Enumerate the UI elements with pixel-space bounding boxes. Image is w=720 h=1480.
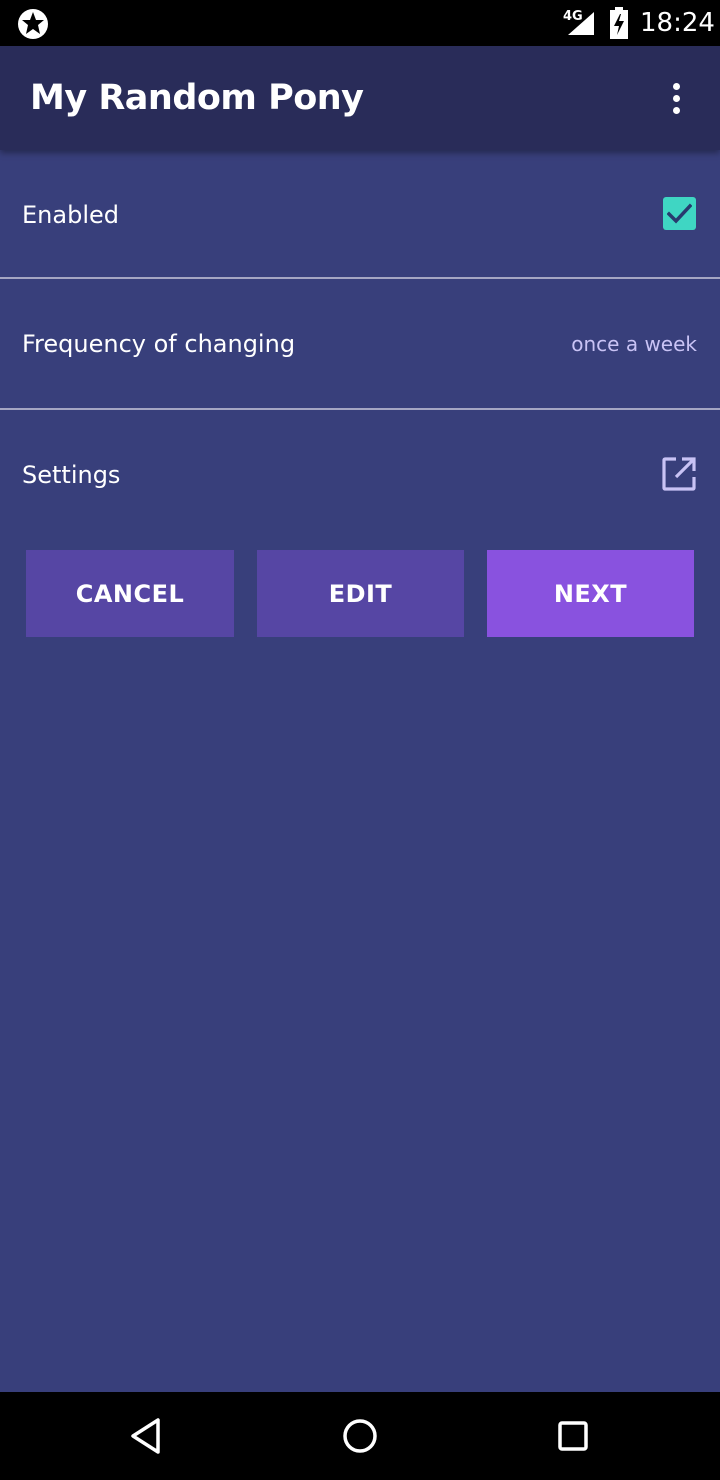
battery-charging-icon	[610, 7, 628, 39]
pref-enabled-label: Enabled	[22, 201, 119, 229]
back-icon[interactable]	[125, 1414, 169, 1458]
recents-icon[interactable]	[551, 1414, 595, 1458]
edit-button[interactable]: EDIT	[257, 550, 464, 637]
pref-frequency-row[interactable]: Frequency of changing once a week	[0, 279, 720, 409]
pref-settings-label: Settings	[22, 461, 121, 489]
pref-frequency-value: once a week	[571, 332, 697, 356]
open-in-new-icon[interactable]	[661, 456, 697, 492]
status-time: 18:24	[640, 8, 715, 38]
enabled-checkbox[interactable]	[663, 197, 696, 230]
signal-icon	[568, 12, 594, 35]
app-title: My Random Pony	[30, 78, 364, 118]
app-bar: My Random Pony	[0, 46, 720, 150]
status-bar: 4G 18:24	[0, 0, 720, 46]
pref-settings-row[interactable]: Settings	[0, 410, 720, 540]
pref-frequency-label: Frequency of changing	[22, 330, 296, 358]
cancel-button[interactable]: CANCEL	[26, 550, 234, 637]
check-icon	[667, 203, 692, 224]
next-button[interactable]: NEXT	[487, 550, 694, 637]
more-vert-icon[interactable]	[660, 76, 692, 120]
navigation-bar	[0, 1392, 720, 1480]
pref-enabled-row[interactable]: Enabled	[0, 150, 720, 280]
home-icon[interactable]	[338, 1414, 382, 1458]
app-notification-icon	[18, 9, 48, 39]
